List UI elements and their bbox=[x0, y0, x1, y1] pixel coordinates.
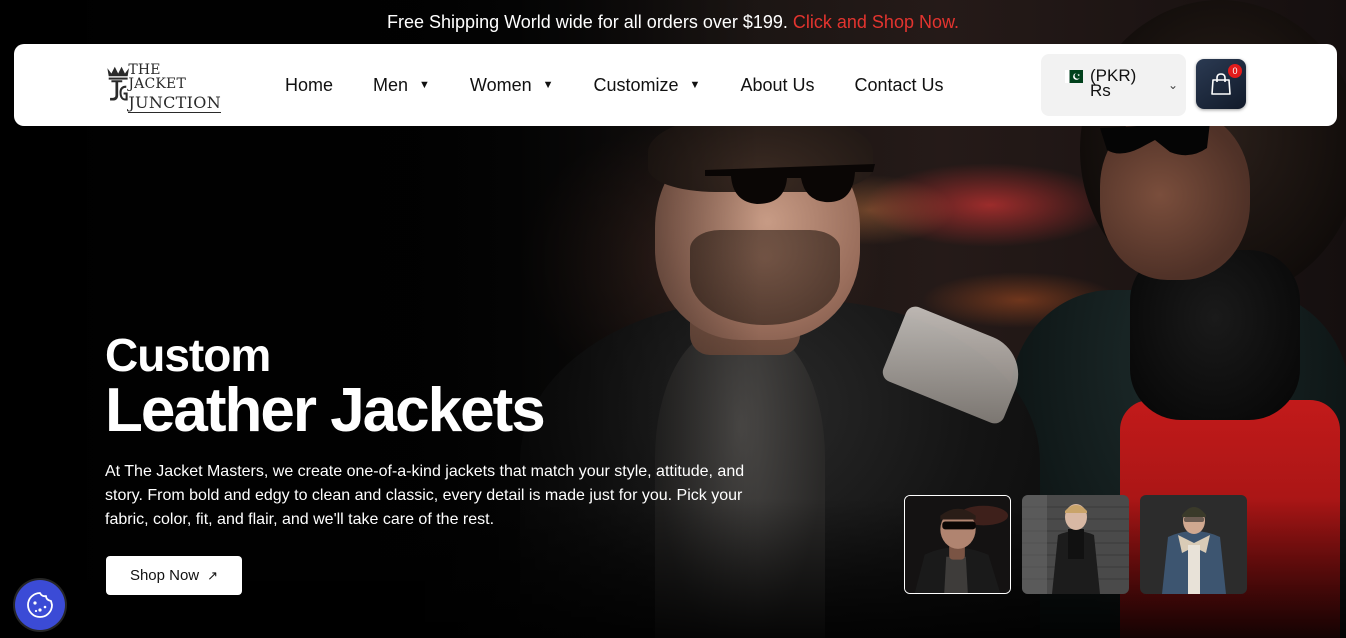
hero-title-line2: Leather Jackets bbox=[105, 376, 546, 445]
nav-men-label: Men bbox=[373, 74, 409, 95]
thumbnail-leather-jacket[interactable] bbox=[904, 495, 1011, 594]
shop-now-label: Shop Now bbox=[129, 567, 200, 584]
cookie-settings-button[interactable] bbox=[15, 580, 65, 630]
nav-women-label: Women bbox=[469, 74, 532, 95]
nav-home-label: Home bbox=[285, 74, 334, 95]
hero-thumbnail-carousel bbox=[904, 495, 1258, 594]
hero-title-line1: Custom bbox=[105, 329, 271, 381]
announcement-text: Free Shipping World wide for all orders … bbox=[387, 11, 788, 32]
hero-description: At The Jacket Masters, we create one-of-… bbox=[105, 463, 745, 528]
announcement-bar: Free Shipping World wide for all orders … bbox=[0, 0, 1346, 44]
thumbnail-black-coat[interactable] bbox=[1022, 495, 1129, 594]
caret-down-icon: ▼ bbox=[542, 79, 554, 91]
nav-item-about[interactable]: About Us bbox=[740, 75, 814, 96]
arrow-up-right-icon: ↗ bbox=[207, 567, 219, 583]
main-navigation: Home Men ▼ Women ▼ Customize ▼ About Us … bbox=[285, 44, 984, 126]
click-and-shop-link[interactable]: Click and Shop Now. bbox=[793, 12, 959, 33]
site-header: THE JACKET JUNCTION Home Men ▼ Women ▼ C… bbox=[14, 44, 1337, 126]
currency-label: (PKR) Rs bbox=[1090, 66, 1137, 100]
nav-contact-label: Contact Us bbox=[854, 74, 944, 95]
brand-name-line2: JUNCTION bbox=[128, 93, 221, 113]
thumbnail-denim-jacket[interactable] bbox=[1140, 495, 1247, 594]
cart-button[interactable]: 0 bbox=[1196, 59, 1246, 109]
crown-monogram-icon bbox=[107, 66, 129, 101]
shopping-bag-icon bbox=[1211, 73, 1231, 95]
nav-customize-label: Customize bbox=[593, 74, 679, 95]
caret-down-icon: ▼ bbox=[689, 79, 701, 91]
chevron-down-icon: ⌄ bbox=[1167, 78, 1178, 92]
nav-item-home[interactable]: Home bbox=[285, 75, 333, 96]
cookie-icon bbox=[27, 592, 53, 618]
caret-down-icon: ▼ bbox=[419, 79, 430, 91]
currency-selector[interactable]: (PKR) Rs ⌄ bbox=[1041, 54, 1186, 116]
pakistan-flag-icon bbox=[1065, 70, 1083, 83]
nav-item-women[interactable]: Women ▼ bbox=[470, 75, 554, 96]
nav-item-contact[interactable]: Contact Us bbox=[854, 75, 943, 96]
hero-heading: Custom Leather Jackets bbox=[105, 329, 546, 445]
nav-item-customize[interactable]: Customize ▼ bbox=[594, 75, 701, 96]
shop-now-button[interactable]: Shop Now ↗ bbox=[106, 556, 242, 595]
brand-name-line1: THE JACKET bbox=[128, 62, 186, 92]
nav-item-men[interactable]: Men ▼ bbox=[373, 75, 430, 96]
brand-logo[interactable]: THE JACKET JUNCTION bbox=[106, 56, 221, 114]
nav-about-label: About Us bbox=[740, 74, 815, 95]
cart-count-badge: 0 bbox=[1228, 64, 1242, 78]
